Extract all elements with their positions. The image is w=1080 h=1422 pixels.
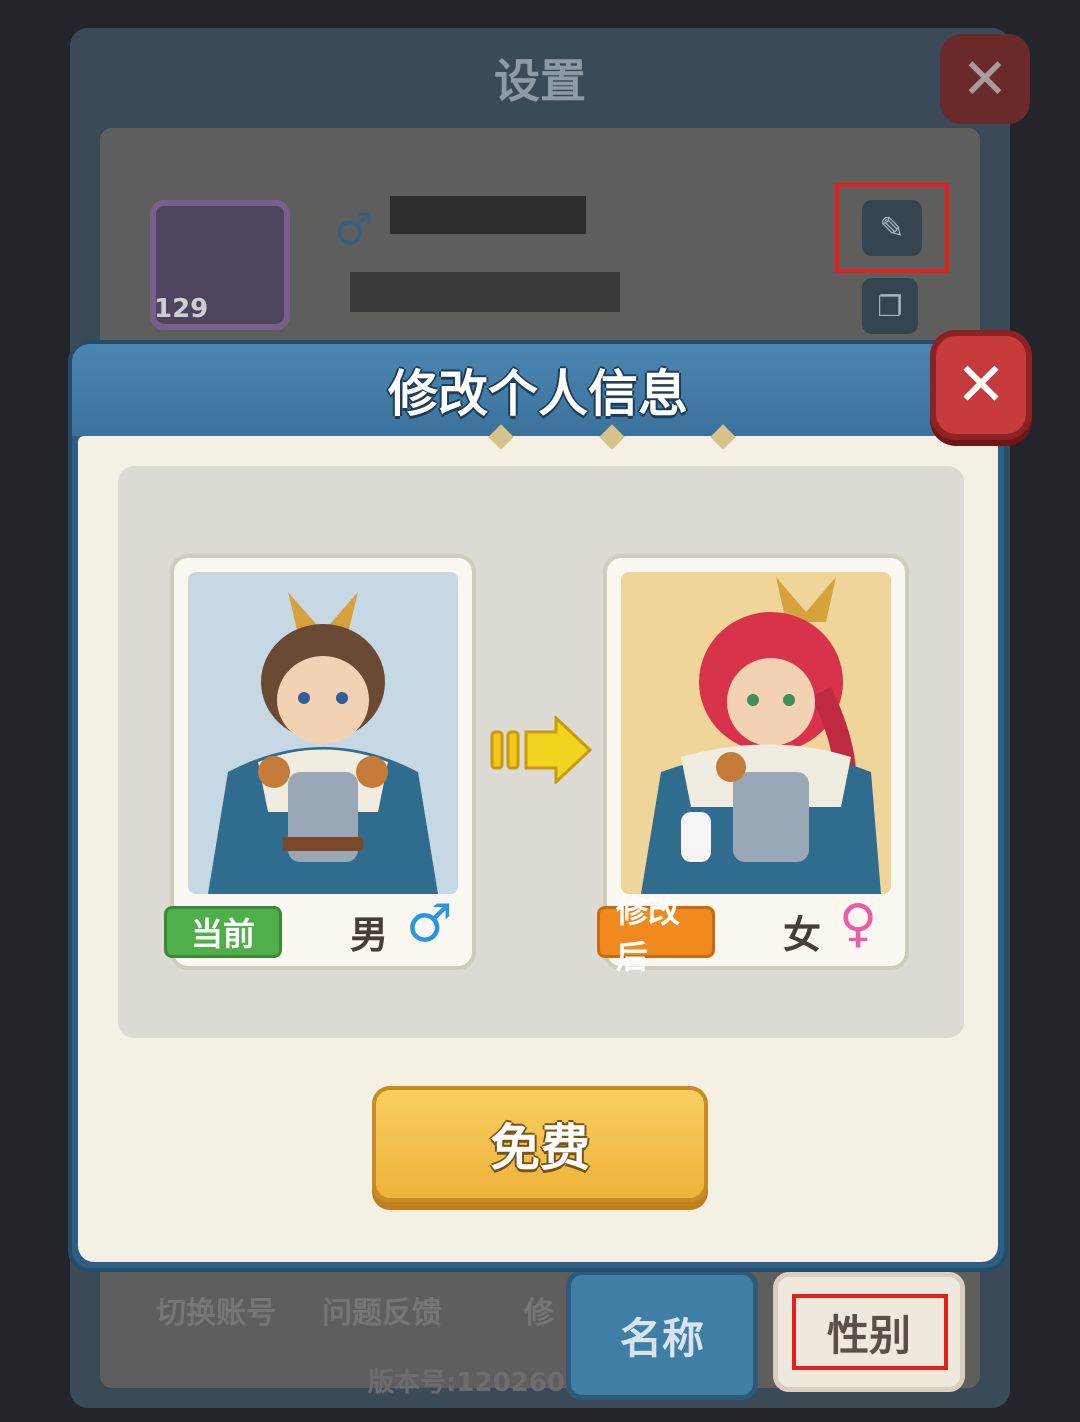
after-badge: 修改后 bbox=[597, 892, 715, 976]
copy-id-button[interactable]: ❐ bbox=[862, 278, 918, 334]
free-button-label: 免费 bbox=[490, 1119, 590, 1177]
modal-close-button[interactable]: ✕ bbox=[930, 330, 1032, 440]
close-icon: ✕ bbox=[955, 350, 1007, 420]
header-ornament bbox=[488, 424, 736, 450]
modify-link[interactable]: 修 bbox=[524, 1288, 554, 1332]
after-gender-text: 女 bbox=[783, 913, 822, 957]
current-gender-card: 当前 男 ♂ bbox=[164, 554, 476, 970]
tab-name[interactable]: 名称 bbox=[566, 1270, 758, 1400]
arrow-right-icon bbox=[490, 716, 593, 784]
copy-icon: ❐ bbox=[877, 289, 903, 323]
close-icon: ✕ bbox=[961, 46, 1009, 112]
feedback-link[interactable]: 问题反馈 bbox=[322, 1288, 442, 1332]
player-name-redacted bbox=[390, 196, 586, 234]
female-character-portrait bbox=[621, 572, 891, 894]
female-icon: ♀ bbox=[839, 894, 878, 954]
male-icon: ♂ bbox=[334, 204, 374, 255]
version-text: 版本号:120260 bbox=[368, 1368, 565, 1398]
tab-name-label: 名称 bbox=[619, 1313, 704, 1363]
current-badge: 当前 bbox=[164, 906, 282, 958]
modal-header: 修改个人信息 bbox=[72, 344, 1004, 436]
free-change-button[interactable]: 免费 bbox=[372, 1086, 708, 1202]
highlight-box-edit bbox=[835, 183, 949, 273]
player-id-redacted bbox=[350, 272, 620, 312]
player-level: 129 bbox=[154, 294, 209, 324]
settings-title: 设置 bbox=[494, 54, 586, 108]
switch-account-link[interactable]: 切换账号 bbox=[156, 1288, 276, 1332]
current-gender-text: 男 bbox=[350, 913, 389, 957]
highlight-box-gender bbox=[792, 1294, 948, 1370]
male-icon: ♂ bbox=[406, 894, 453, 954]
after-gender-card: 修改后 女 ♀ bbox=[597, 554, 909, 976]
modal-title: 修改个人信息 bbox=[388, 365, 688, 423]
settings-close-button[interactable]: ✕ bbox=[940, 34, 1030, 124]
male-character-portrait bbox=[188, 572, 458, 894]
